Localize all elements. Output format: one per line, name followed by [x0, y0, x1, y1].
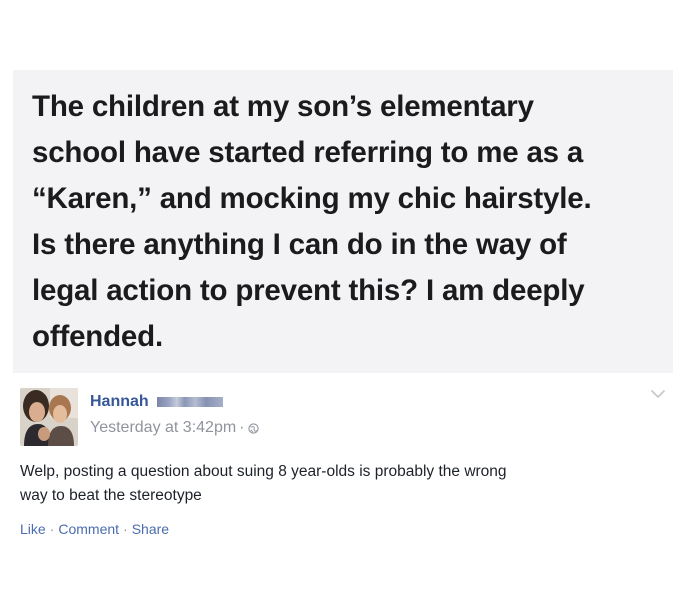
- comment-meta: Yesterday at 3:42pm ·: [90, 417, 259, 439]
- comment-text: Welp, posting a question about suing 8 y…: [20, 460, 670, 508]
- comment-actions: Like · Comment · Share: [20, 521, 169, 537]
- post-card: The children at my son’s elementary scho…: [13, 70, 673, 373]
- post-text-line: legal action to prevent this? I am deepl…: [32, 274, 585, 307]
- profile-photo: [20, 388, 78, 446]
- comment-link[interactable]: Comment: [58, 521, 119, 537]
- share-link[interactable]: Share: [132, 521, 169, 537]
- avatar[interactable]: [20, 388, 78, 446]
- meta-separator: ·: [239, 419, 245, 436]
- screenshot-page: The children at my son’s elementary scho…: [0, 0, 685, 591]
- globe-icon[interactable]: [247, 422, 259, 434]
- post-text: The children at my son’s elementary scho…: [32, 84, 662, 360]
- timestamp-link[interactable]: Yesterday at 3:42pm: [90, 419, 236, 437]
- redacted-surname: [156, 397, 223, 407]
- post-text-line: “Karen,” and mocking my chic hairstyle.: [32, 182, 592, 215]
- post-text-line: The children at my son’s elementary: [32, 90, 534, 123]
- action-separator: ·: [49, 521, 55, 537]
- author-name-link[interactable]: Hannah: [90, 393, 149, 411]
- action-separator: ·: [123, 521, 128, 537]
- chevron-down-icon[interactable]: [649, 387, 667, 401]
- post-text-line: Is there anything I can do in the way of: [32, 228, 567, 261]
- post-text-line: school have started referring to me as a: [32, 136, 584, 169]
- comment: Hannah Yesterday at 3:42pm · Welp, posti…: [20, 384, 670, 554]
- comment-text-line: Welp, posting a question about suing 8 y…: [20, 463, 507, 480]
- post-text-line: offended.: [32, 320, 163, 353]
- like-link[interactable]: Like: [20, 521, 46, 537]
- comment-text-line: way to beat the stereotype: [20, 487, 202, 504]
- comment-author-row: Hannah: [90, 391, 223, 413]
